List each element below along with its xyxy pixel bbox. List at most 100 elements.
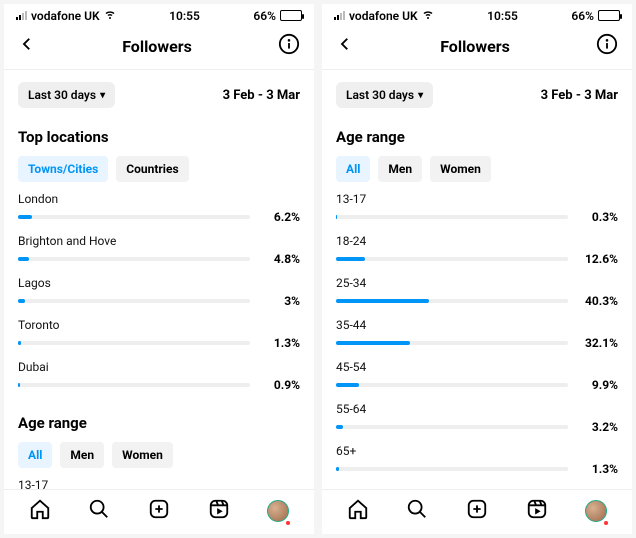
- bar-track: [336, 341, 568, 345]
- section-age-range: Age range All Men Women 13-170.3%: [4, 406, 314, 489]
- bar-row: 25-3440.3%: [336, 276, 618, 308]
- bar-row: Dubai 0.9%: [18, 360, 300, 392]
- back-button[interactable]: [336, 35, 354, 57]
- bar-label: 13-17: [18, 478, 300, 489]
- nav-header: Followers: [322, 25, 632, 70]
- location-tabs: Towns/Cities Countries: [18, 156, 300, 182]
- battery-pct: 66%: [571, 9, 594, 23]
- date-range-chip-label: Last 30 days: [28, 88, 96, 102]
- bar-row: London6.2%: [18, 192, 300, 224]
- age-tabs: All Men Women: [336, 156, 618, 182]
- bar-row: 45-54 9.9%: [336, 360, 618, 392]
- nav-home-icon[interactable]: [29, 498, 51, 524]
- bar-fill: [336, 299, 429, 303]
- bar-track: [336, 383, 568, 387]
- back-button[interactable]: [18, 35, 36, 57]
- status-time: 10:55: [487, 9, 518, 23]
- bar-label: 18-24: [336, 234, 618, 248]
- bar-fill: [336, 215, 337, 219]
- tab-age-men[interactable]: Men: [60, 442, 104, 468]
- date-range-text: 3 Feb - 3 Mar: [223, 88, 300, 103]
- bar-row: 35-4432.1%: [336, 318, 618, 350]
- nav-reels-icon[interactable]: [526, 498, 548, 524]
- bottom-nav: [4, 489, 314, 534]
- bar-value: 40.3%: [576, 294, 618, 308]
- chevron-down-icon: ▾: [418, 90, 423, 101]
- bar-label: Brighton and Hove: [18, 234, 300, 248]
- phone-left: vodafone UK 10:55 66% Followers Last 30 …: [4, 4, 314, 534]
- scroll-area[interactable]: Age range All Men Women 13-170.3%18-2412…: [322, 120, 632, 489]
- page-title: Followers: [440, 37, 510, 56]
- tab-age-women[interactable]: Women: [112, 442, 173, 468]
- age-chart-preview: 13-170.3%: [18, 478, 300, 489]
- tab-countries[interactable]: Countries: [116, 156, 188, 182]
- bar-row: 13-170.3%: [18, 478, 300, 489]
- status-bar: vodafone UK 10:55 66%: [322, 4, 632, 25]
- bar-row: 65+ 1.3%: [336, 444, 618, 476]
- bar-value: 1.3%: [576, 462, 618, 476]
- page-title: Followers: [122, 37, 192, 56]
- nav-home-icon[interactable]: [347, 498, 369, 524]
- nav-header: Followers: [4, 25, 314, 70]
- bar-label: 65+: [336, 444, 618, 458]
- bar-track: [18, 299, 250, 303]
- bar-track: [336, 425, 568, 429]
- info-button[interactable]: [278, 33, 300, 59]
- bar-label: 45-54: [336, 360, 618, 374]
- date-range-chip[interactable]: Last 30 days ▾: [336, 82, 433, 108]
- bar-value: 1.3%: [258, 336, 300, 350]
- bar-fill: [336, 467, 339, 471]
- bar-value: 0.9%: [258, 378, 300, 392]
- carrier-label: vodafone UK: [349, 9, 418, 23]
- bar-fill: [18, 383, 20, 387]
- section-title-age: Age range: [336, 128, 618, 146]
- signal-icon: [16, 11, 27, 20]
- bar-row: 18-24 12.6%: [336, 234, 618, 266]
- battery-icon: [280, 10, 302, 21]
- nav-search-icon[interactable]: [406, 498, 428, 524]
- nav-profile-avatar[interactable]: [267, 500, 289, 522]
- nav-profile-avatar[interactable]: [585, 500, 607, 522]
- tab-age-all[interactable]: All: [18, 442, 52, 468]
- tab-age-all[interactable]: All: [336, 156, 370, 182]
- bar-row: 55-64 3.2%: [336, 402, 618, 434]
- bar-value: 12.6%: [576, 252, 618, 266]
- nav-search-icon[interactable]: [88, 498, 110, 524]
- nav-create-icon[interactable]: [148, 498, 170, 524]
- bar-fill: [18, 215, 32, 219]
- nav-create-icon[interactable]: [466, 498, 488, 524]
- scroll-area[interactable]: Top locations Towns/Cities Countries Lon…: [4, 120, 314, 489]
- bar-value: 9.9%: [576, 378, 618, 392]
- section-top-locations: Top locations Towns/Cities Countries Lon…: [4, 120, 314, 406]
- bar-track: [336, 215, 568, 219]
- bar-label: Dubai: [18, 360, 300, 374]
- carrier-label: vodafone UK: [31, 9, 100, 23]
- date-range-chip[interactable]: Last 30 days ▾: [18, 82, 115, 108]
- phone-right: vodafone UK 10:55 66% Followers Last 30 …: [322, 4, 632, 534]
- locations-chart: London6.2%Brighton and Hove4.8%Lagos3%To…: [18, 192, 300, 392]
- date-range-chip-label: Last 30 days: [346, 88, 414, 102]
- bar-value: 3%: [258, 294, 300, 308]
- age-chart: 13-170.3%18-2412.6%25-3440.3%35-4432.1%4…: [336, 192, 618, 476]
- battery-icon: [598, 10, 620, 21]
- bar-fill: [336, 341, 410, 345]
- bottom-nav: [322, 489, 632, 534]
- nav-reels-icon[interactable]: [208, 498, 230, 524]
- bar-track: [336, 467, 568, 471]
- bar-track: [18, 341, 250, 345]
- wifi-icon: [104, 8, 116, 23]
- bar-row: Toronto1.3%: [18, 318, 300, 350]
- bar-track: [18, 257, 250, 261]
- tab-age-men[interactable]: Men: [378, 156, 422, 182]
- bar-label: 55-64: [336, 402, 618, 416]
- tab-age-women[interactable]: Women: [430, 156, 491, 182]
- bar-track: [336, 257, 568, 261]
- chevron-down-icon: ▾: [100, 90, 105, 101]
- signal-icon: [334, 11, 345, 20]
- info-button[interactable]: [596, 33, 618, 59]
- status-bar: vodafone UK 10:55 66%: [4, 4, 314, 25]
- bar-value: 3.2%: [576, 420, 618, 434]
- bar-track: [18, 215, 250, 219]
- tab-towns-cities[interactable]: Towns/Cities: [18, 156, 108, 182]
- bar-value: 32.1%: [576, 336, 618, 350]
